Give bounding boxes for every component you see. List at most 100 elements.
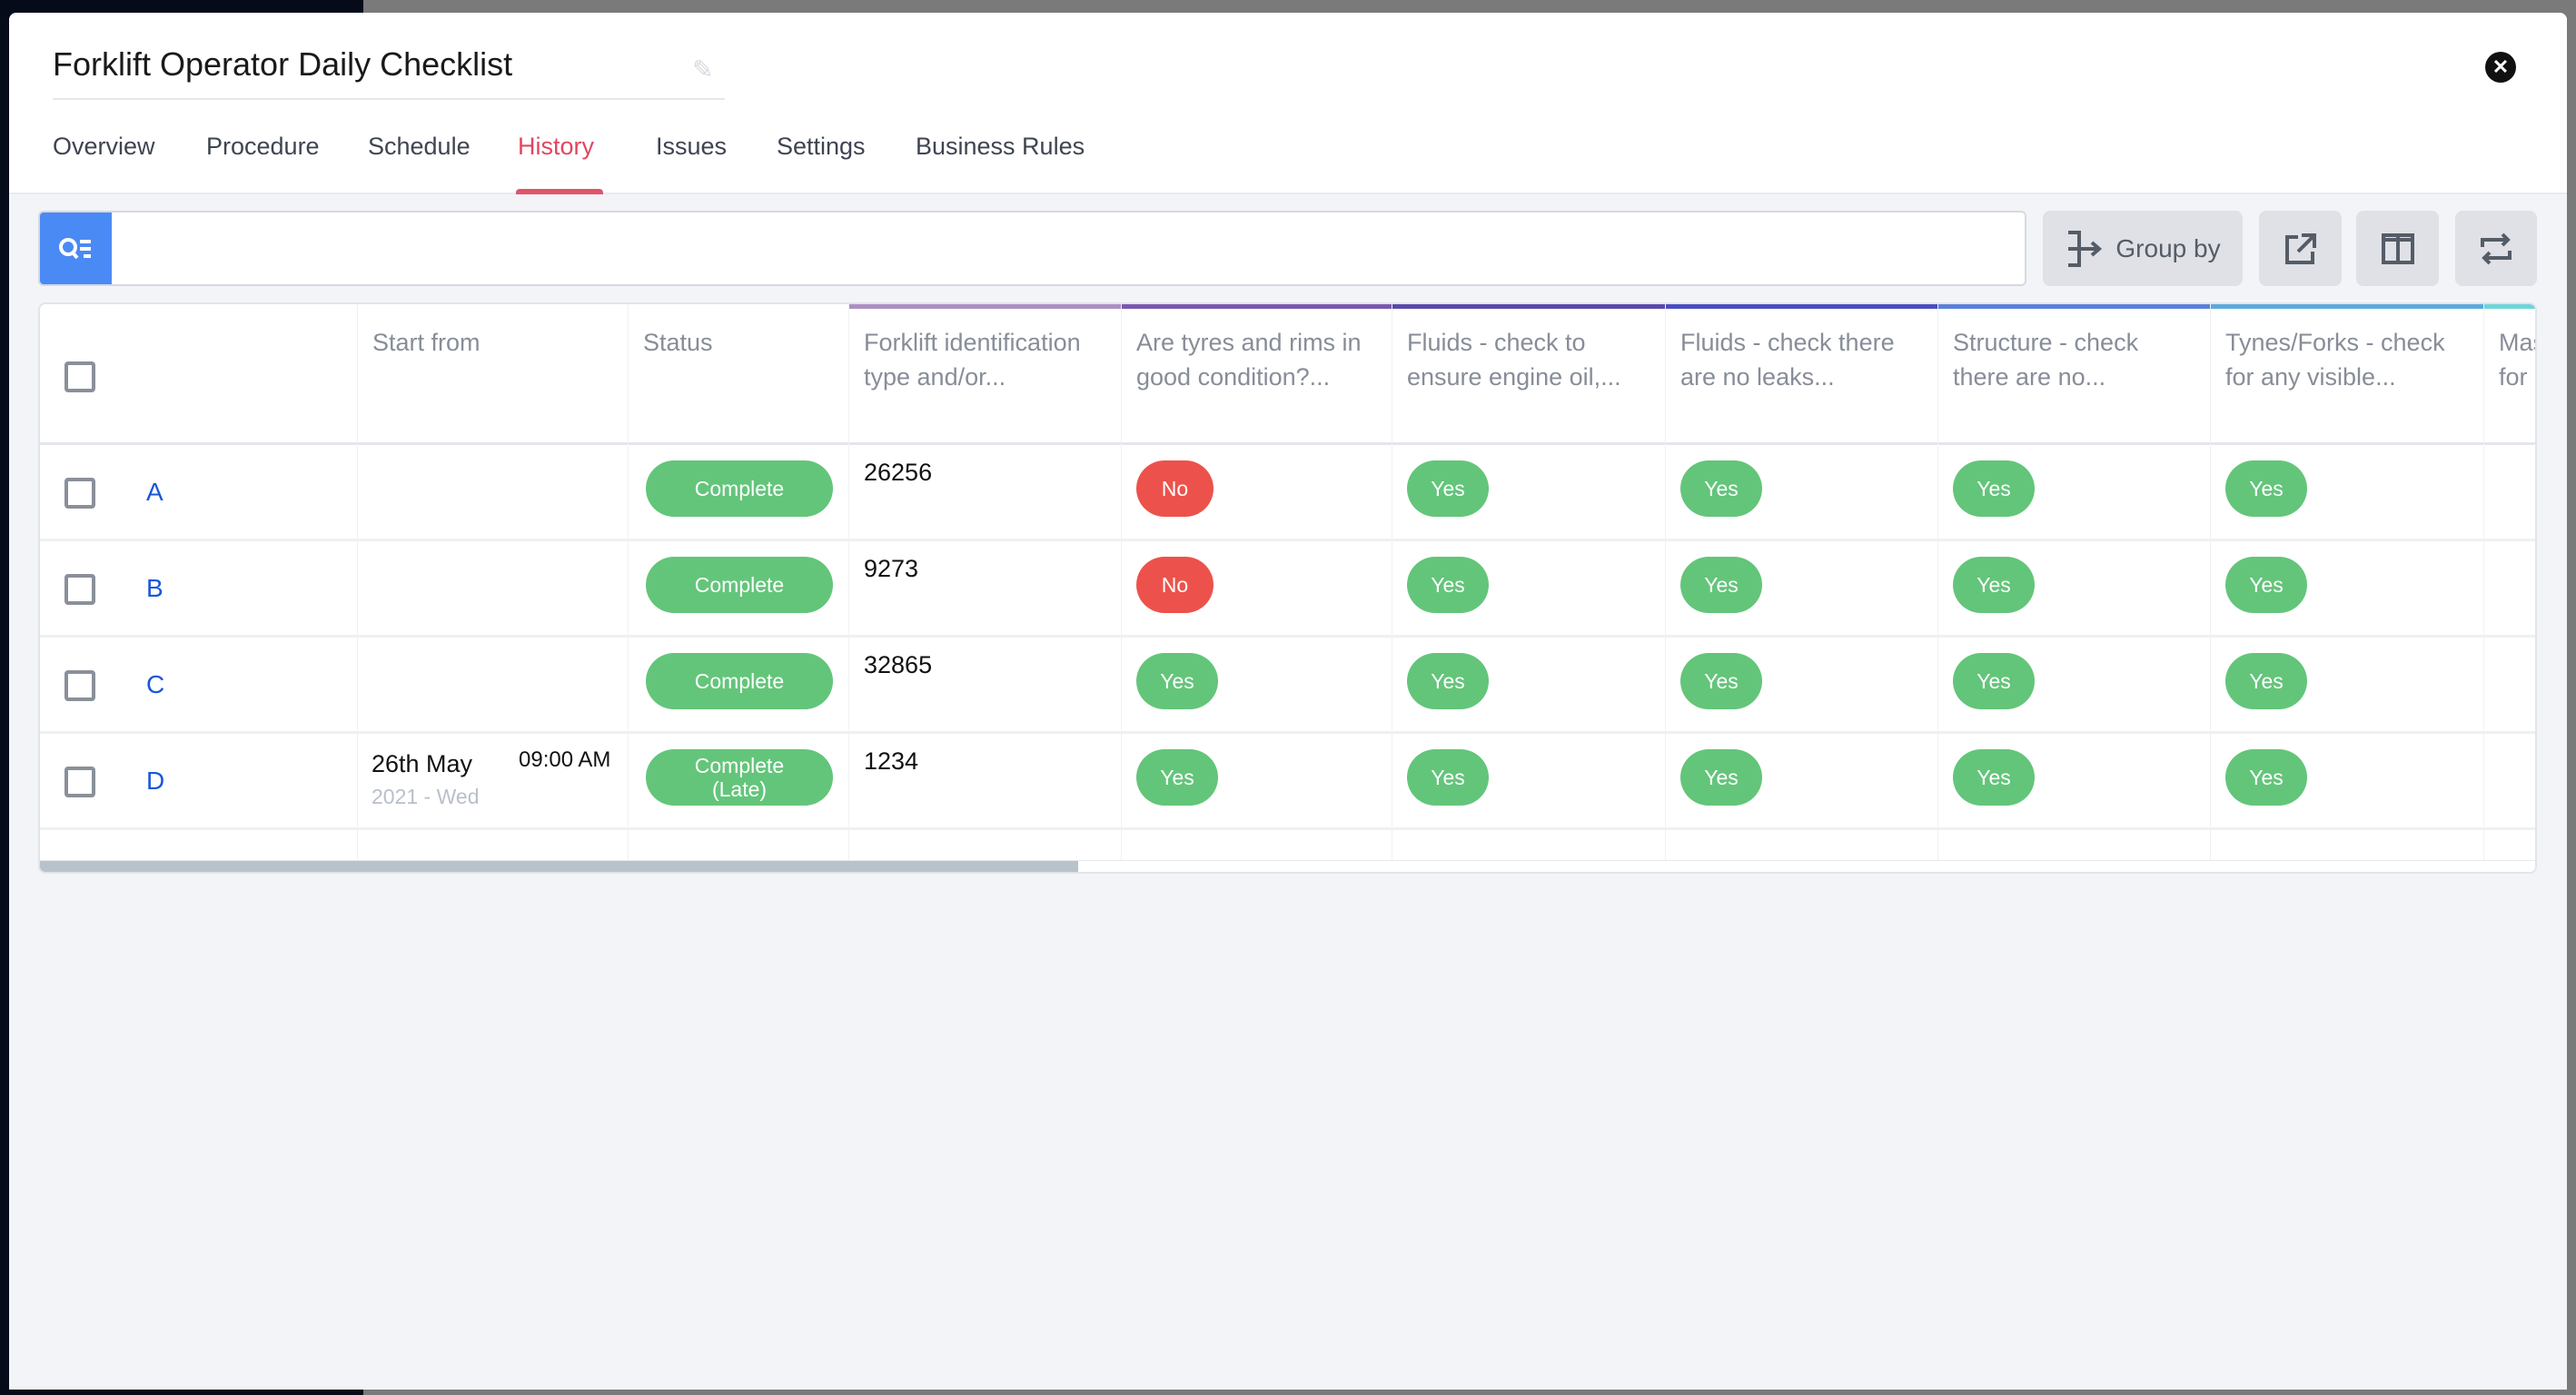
row-link[interactable]: B xyxy=(146,574,163,603)
column-header-label: Start from xyxy=(372,329,481,356)
column-divider xyxy=(628,304,629,860)
row-checkbox[interactable] xyxy=(64,767,95,797)
column-header: Are tyres and rims in good condition?... xyxy=(1121,304,1392,445)
column-divider xyxy=(848,304,849,860)
table-row: A Complete 26256 No Yes Yes Yes Yes xyxy=(40,445,2535,541)
column-header: Mas for xyxy=(2483,304,2535,445)
forklift-id: 32865 xyxy=(864,651,933,678)
close-icon: ✕ xyxy=(2492,55,2510,78)
answer-badge: Yes xyxy=(1136,653,1218,709)
answer-badge: No xyxy=(1136,557,1214,613)
status-badge: Complete (Late) xyxy=(646,749,833,806)
swap-button[interactable] xyxy=(2455,211,2537,286)
answer-badge: Yes xyxy=(1407,749,1489,806)
tab-history[interactable]: History xyxy=(518,133,594,161)
row-link[interactable]: C xyxy=(146,670,164,699)
column-divider xyxy=(357,304,358,860)
answer-badge: Yes xyxy=(1407,653,1489,709)
row-link[interactable]: D xyxy=(146,767,164,796)
column-header-label: Tynes/Forks - check for any visible... xyxy=(2225,329,2445,391)
table-header: Start from Status Forklift identification … xyxy=(40,304,2535,445)
close-button[interactable]: ✕ xyxy=(2485,52,2516,83)
column-header-label: Fluids - check there are no leaks... xyxy=(1680,329,1895,391)
column-header: Start from xyxy=(357,304,628,445)
history-table: Start from Status Forklift identification … xyxy=(38,302,2537,874)
group-by-button[interactable]: Group by xyxy=(2043,211,2243,286)
checklist-modal: Forklift Operator Daily Checklist ✎ ✕ Ov… xyxy=(9,13,2567,1390)
forklift-id: 26256 xyxy=(864,459,933,486)
status-badge: Complete xyxy=(646,460,833,517)
answer-badge: Yes xyxy=(1680,460,1762,517)
row-checkbox[interactable] xyxy=(64,574,95,605)
column-header: Status xyxy=(628,304,848,445)
group-by-icon xyxy=(2068,230,2103,267)
answer-badge: Yes xyxy=(1407,557,1489,613)
column-header: Structure - check there are no... xyxy=(1937,304,2210,445)
start-time: 09:00 AM xyxy=(519,747,611,772)
answer-badge: Yes xyxy=(2225,749,2307,806)
answer-badge: Yes xyxy=(1953,460,2035,517)
answer-badge: Yes xyxy=(2225,557,2307,613)
tab-schedule[interactable]: Schedule xyxy=(368,133,471,161)
tab-procedure[interactable]: Procedure xyxy=(206,133,320,161)
status-label: Complete xyxy=(694,477,785,500)
row-checkbox[interactable] xyxy=(64,670,95,701)
column-header-label: Status xyxy=(643,329,713,356)
answer-badge: No xyxy=(1136,460,1214,517)
tab-overview[interactable]: Overview xyxy=(53,133,155,161)
forklift-id: 9273 xyxy=(864,555,919,582)
forklift-id: 1234 xyxy=(864,747,919,775)
answer-badge: Yes xyxy=(1680,557,1762,613)
answer-badge: Yes xyxy=(1953,749,2035,806)
table-row: C Complete 32865 Yes Yes Yes Yes Yes xyxy=(40,638,2535,734)
column-header: Tynes/Forks - check for any visible... xyxy=(2210,304,2483,445)
status-badge: Complete xyxy=(646,557,833,613)
answer-badge: Yes xyxy=(1680,749,1762,806)
status-label: Complete (Late) xyxy=(694,754,785,801)
group-by-label: Group by xyxy=(2115,233,2221,262)
column-header-label: Fluids - check to ensure engine oil,... xyxy=(1407,329,1621,391)
row-link[interactable]: A xyxy=(146,478,163,507)
horizontal-scrollbar[interactable] xyxy=(40,860,2535,872)
column-header-label: Forklift identification type and/or... xyxy=(864,329,1081,391)
status-badge: Complete xyxy=(646,653,833,709)
status-label: Complete xyxy=(694,669,785,693)
tab-settings[interactable]: Settings xyxy=(777,133,866,161)
column-divider xyxy=(1937,304,1938,860)
column-divider xyxy=(1121,304,1122,860)
column-divider xyxy=(2483,304,2484,860)
title-underline xyxy=(53,98,725,100)
scrollbar-thumb[interactable] xyxy=(40,861,1078,872)
tab-business-rules[interactable]: Business Rules xyxy=(916,133,1085,161)
column-header-label: Are tyres and rims in good condition?... xyxy=(1136,329,1362,391)
columns-button[interactable] xyxy=(2356,211,2439,286)
status-label: Complete xyxy=(694,573,785,597)
answer-badge: Yes xyxy=(1680,653,1762,709)
export-button[interactable] xyxy=(2259,211,2342,286)
swap-icon xyxy=(2481,232,2512,264)
answer-badge: Yes xyxy=(2225,460,2307,517)
answer-badge: Yes xyxy=(1953,653,2035,709)
edit-pencil-icon[interactable]: ✎ xyxy=(692,54,719,84)
start-date: 26th May xyxy=(372,750,473,777)
row-checkbox[interactable] xyxy=(64,478,95,509)
table-row: D 26th May 09:00 AM 2021 - Wed Complete (Lat… xyxy=(40,734,2535,830)
answer-badge: Yes xyxy=(1136,749,1218,806)
answer-badge: Yes xyxy=(1407,460,1489,517)
tab-issues[interactable]: Issues xyxy=(656,133,727,161)
column-header: Fluids - check to ensure engine oil,... xyxy=(1392,304,1665,445)
export-icon xyxy=(2284,232,2316,264)
select-all-checkbox[interactable] xyxy=(64,361,95,392)
column-divider xyxy=(2210,304,2211,860)
search-input[interactable] xyxy=(113,213,2025,284)
active-tab-indicator xyxy=(516,189,603,194)
search-filter-button[interactable] xyxy=(40,213,112,284)
page-title: Forklift Operator Daily Checklist xyxy=(53,45,513,83)
column-header: Forklift identification type and/or... xyxy=(848,304,1121,445)
start-date-sub: 2021 - Wed xyxy=(372,785,480,808)
column-header xyxy=(40,304,357,445)
modal-header: Forklift Operator Daily Checklist ✎ ✕ Ov… xyxy=(9,13,2567,194)
search-bar xyxy=(38,211,2026,286)
column-header-label: Mas for xyxy=(2499,329,2535,391)
column-header-label: Structure - check there are no... xyxy=(1953,329,2139,391)
